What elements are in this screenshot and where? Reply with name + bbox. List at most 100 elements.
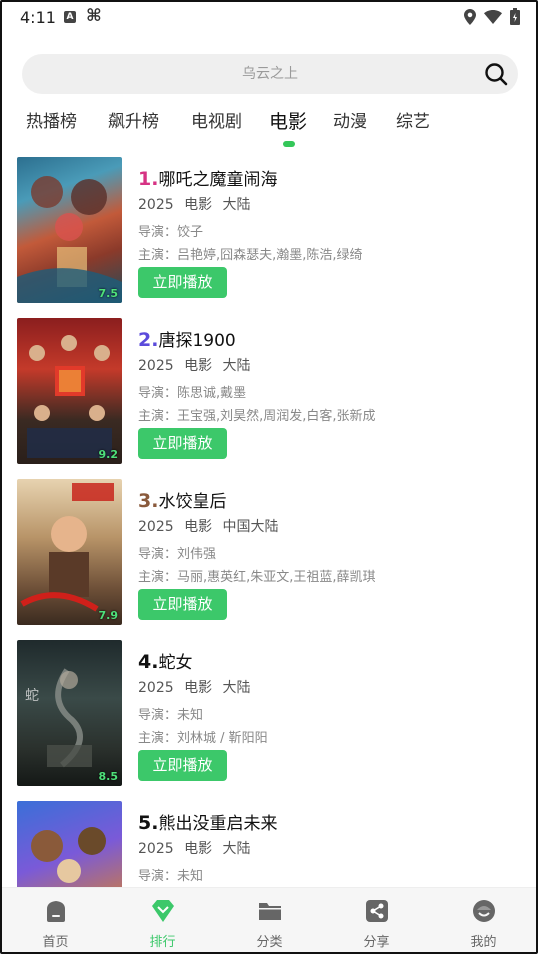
tab-anime[interactable]: 动漫 [333,106,367,140]
status-time: 4:11 [20,8,56,27]
play-now-button[interactable]: 立即播放 [138,750,227,781]
bottom-nav: 首页 排行 分类 分享 我的 [2,887,536,952]
movie-director: 导演：未知 [138,869,204,884]
play-now-button[interactable]: 立即播放 [138,589,227,620]
movie-meta: 2025 电影 大陆 [138,194,257,214]
movie-title[interactable]: 2.唐探1900 [138,326,236,351]
movie-title-text: 唐探1900 [158,331,236,351]
tab-movie[interactable]: 电影 [269,106,307,140]
list-item[interactable]: 蛇 8.5 4.蛇女 2025 电影 大陆 导演：未知 主演：刘林城 / 靳阳阳… [17,640,527,786]
nav-label-ranking: 排行 [149,935,176,950]
movie-poster[interactable] [17,801,122,887]
movie-poster[interactable]: 7.5 [17,157,122,303]
movie-year: 2025 [138,519,174,535]
movie-type: 电影 [184,680,213,696]
nav-profile[interactable]: 我的 [430,888,536,952]
nav-label-share: 分享 [363,935,390,950]
movie-type: 电影 [184,197,213,213]
profile-icon [473,900,495,922]
rank-number: 2. [138,329,159,351]
movie-type: 电影 [184,358,213,374]
movie-title-text: 水饺皇后 [158,492,227,512]
list-item[interactable]: 9.2 2.唐探1900 2025 电影 大陆 导演：陈思诚,戴墨 主演：王宝强… [17,318,527,464]
movie-list[interactable]: 7.5 1.哪吒之魔童闹海 2025 电影 大陆 导演：饺子 主演：吕艳婷,囧森… [2,157,536,887]
movie-cast: 主演：刘林城 / 靳阳阳 [138,731,268,746]
play-now-button[interactable]: 立即播放 [138,428,227,459]
movie-title[interactable]: 4.蛇女 [138,648,192,673]
nav-share[interactable]: 分享 [323,888,430,952]
rank-number: 1. [138,168,159,190]
movie-cast: 主演：马丽,惠英红,朱亚文,王祖蓝,薛凯琪 [138,570,376,585]
movie-meta: 2025 电影 大陆 [138,838,257,858]
status-bar: 4:11 A ⌘ [2,2,536,34]
movie-type: 电影 [184,841,213,857]
poster-art [20,483,114,612]
movie-type: 电影 [184,519,213,535]
search-bar[interactable] [22,54,518,94]
movie-title-text: 哪吒之魔童闹海 [158,170,278,190]
movie-cast: 主演：王宝强,刘昊然,周润发,白客,张新成 [138,409,376,424]
nav-label-home: 首页 [42,935,69,950]
movie-poster[interactable]: 9.2 [17,318,122,464]
nav-label-profile: 我的 [470,935,497,950]
movie-director: 导演：刘伟强 [138,547,217,562]
movie-title[interactable]: 3.水饺皇后 [138,487,226,512]
folder-icon [259,903,281,920]
movie-director: 导演：陈思诚,戴墨 [138,386,247,401]
movie-meta: 2025 电影 大陆 [138,677,257,697]
movie-director: 导演：饺子 [138,225,204,240]
poster-art: 蛇 [25,668,92,768]
movie-region: 大陆 [222,358,251,374]
movie-region: 大陆 [222,197,251,213]
nav-ranking[interactable]: 排行 [109,888,216,952]
poster-art [17,176,122,303]
rank-number: 3. [138,490,159,512]
movie-year: 2025 [138,680,174,696]
movie-title-text: 熊出没重启未来 [158,814,278,834]
nav-category[interactable]: 分类 [216,888,323,952]
location-icon [464,8,476,25]
rating-badge: 9.2 [98,448,119,461]
movie-region: 中国大陆 [222,519,279,535]
movie-year: 2025 [138,841,174,857]
movie-year: 2025 [138,197,174,213]
active-tab-indicator [283,141,295,147]
category-tabs: 热播榜 飙升榜 电视剧 电影 动漫 综艺 [2,106,536,152]
movie-title[interactable]: 5.熊出没重启未来 [138,809,277,834]
list-item[interactable]: 5.熊出没重启未来 2025 电影 大陆 导演：未知 [17,801,527,887]
search-input[interactable] [22,54,518,94]
movie-title[interactable]: 1.哪吒之魔童闹海 [138,165,277,190]
movie-poster[interactable]: 7.9 [17,479,122,625]
rank-number: 5. [138,812,159,834]
movie-meta: 2025 电影 中国大陆 [138,516,285,536]
tab-hot[interactable]: 热播榜 [26,106,77,140]
rank-number: 4. [138,651,159,673]
movie-director: 导演：未知 [138,708,204,723]
movie-year: 2025 [138,358,174,374]
share-icon [366,900,388,922]
bug-icon: ⌘ [86,6,102,26]
poster-art [27,335,112,458]
a-notification-icon: A [64,11,76,23]
play-now-button[interactable]: 立即播放 [138,267,227,298]
movie-title-text: 蛇女 [158,653,193,673]
rating-badge: 7.9 [98,609,119,622]
rating-badge: 7.5 [98,287,119,300]
tab-rising[interactable]: 飙升榜 [108,106,159,140]
rating-badge: 8.5 [98,770,119,783]
movie-region: 大陆 [222,841,251,857]
battery-icon [510,8,520,25]
tab-tv-series[interactable]: 电视剧 [191,106,242,140]
home-icon [47,901,65,922]
movie-cast: 主演：吕艳婷,囧森瑟夫,瀚墨,陈浩,绿绮 [138,248,363,263]
rank-diamond-icon [152,900,174,922]
list-item[interactable]: 7.9 3.水饺皇后 2025 电影 中国大陆 导演：刘伟强 主演：马丽,惠英红… [17,479,527,625]
svg-text:蛇: 蛇 [25,688,39,704]
movie-region: 大陆 [222,680,251,696]
list-item[interactable]: 7.5 1.哪吒之魔童闹海 2025 电影 大陆 导演：饺子 主演：吕艳婷,囧森… [17,157,527,303]
nav-home[interactable]: 首页 [2,888,109,952]
movie-poster[interactable]: 蛇 8.5 [17,640,122,786]
status-icons [464,8,520,25]
tab-variety[interactable]: 综艺 [396,106,430,140]
search-icon[interactable] [484,62,508,86]
